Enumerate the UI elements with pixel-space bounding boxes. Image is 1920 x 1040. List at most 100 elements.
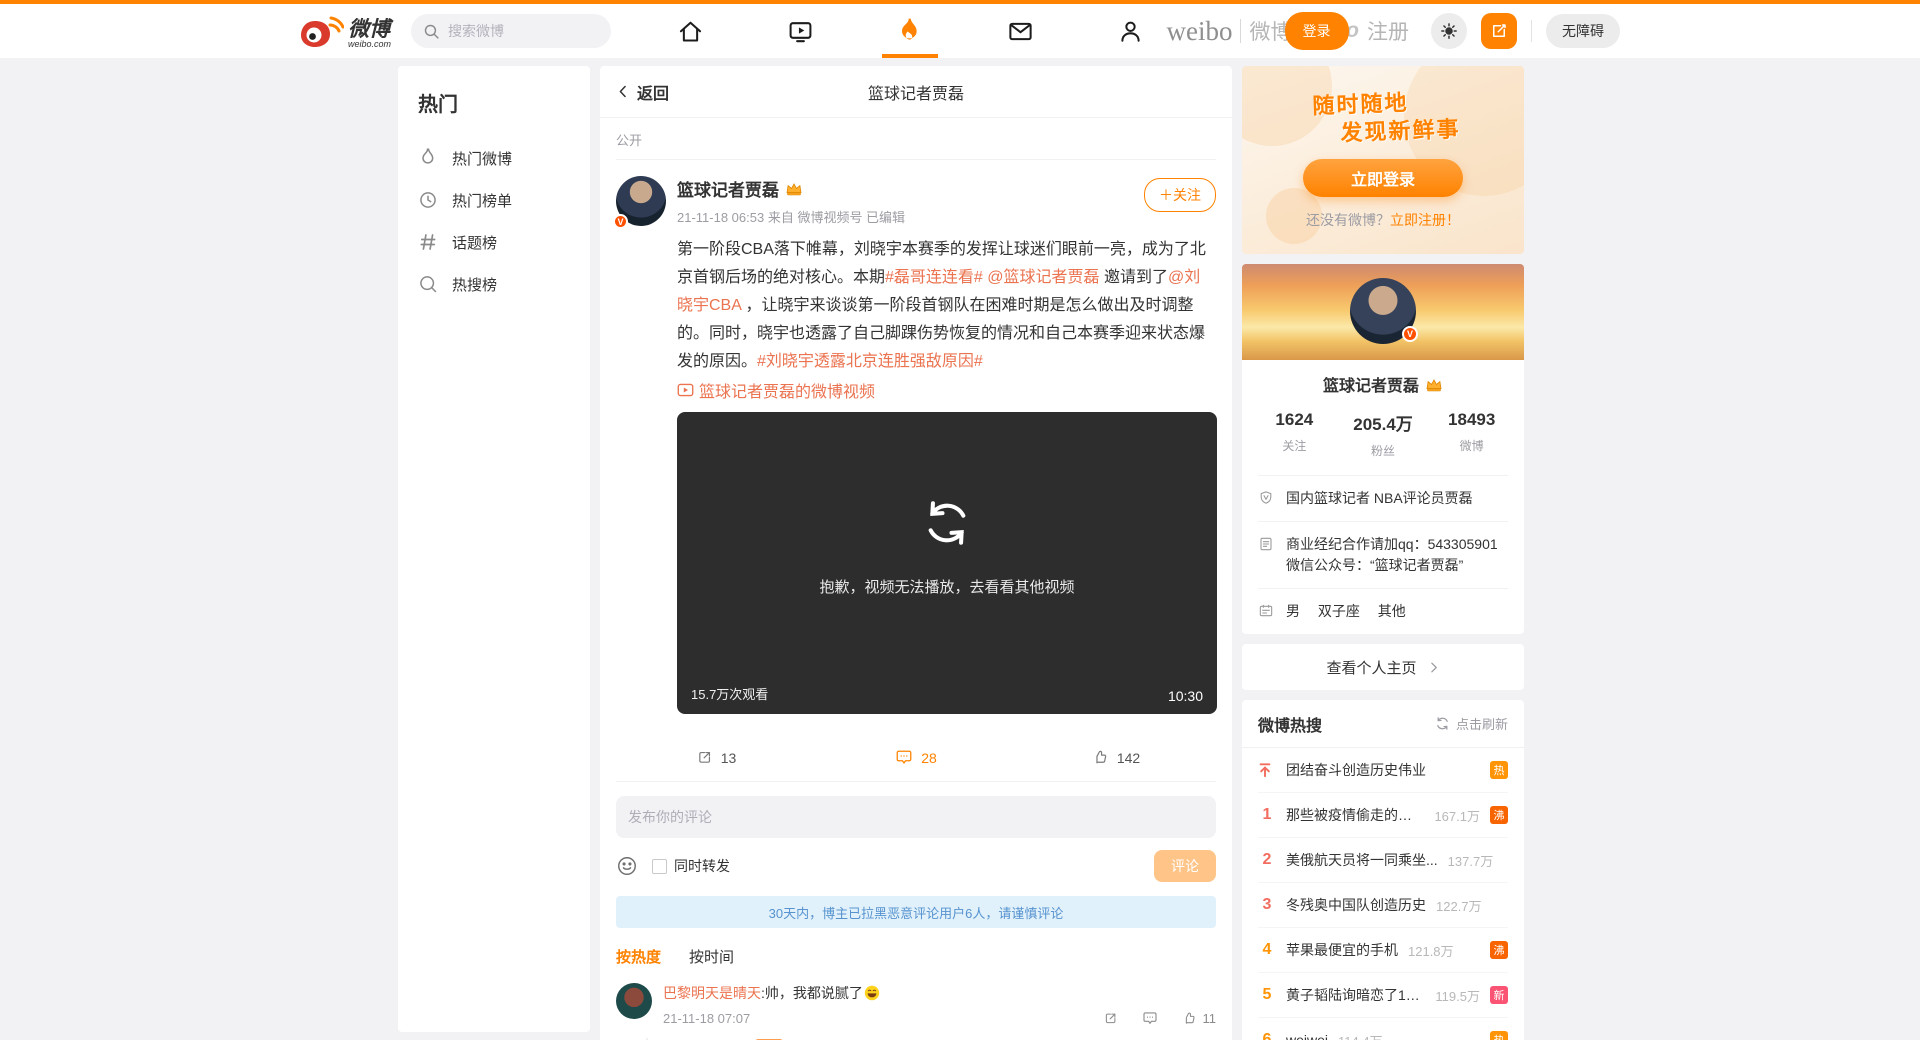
post-meta: 21-11-18 06:53 来自 微博视频号 已编辑 xyxy=(677,207,1216,226)
back-button[interactable]: 返回 xyxy=(616,80,669,104)
comment-share-button[interactable] xyxy=(1103,1011,1118,1026)
comment-count: 28 xyxy=(921,750,937,766)
refresh-button[interactable]: 点击刷新 xyxy=(1435,714,1508,733)
hot-topic-text: 那些被疫情偷走的时光 xyxy=(1286,805,1424,825)
login-promo: weibo 微博 weibo 注册 登录 xyxy=(1167,16,1418,47)
text-segment: 邀请到了 xyxy=(1100,269,1168,286)
login-button[interactable]: 登录 xyxy=(1285,12,1349,50)
comment-text: :帅，我都说腻了 xyxy=(761,985,863,1001)
logo-sub-text: weibo.com xyxy=(348,40,391,49)
share-button[interactable]: 13 xyxy=(616,749,816,766)
hash-icon xyxy=(418,232,438,252)
register-link[interactable]: 注册 xyxy=(1367,16,1409,46)
hashtag-link[interactable]: #刘晓宇透露北京连胜强敌原因# xyxy=(757,353,983,370)
login-now-button[interactable]: 立即登录 xyxy=(1303,159,1463,197)
document-icon xyxy=(1258,534,1274,576)
hot-sidebar: 热门 热门微博 热门榜单 话题榜 热搜榜 xyxy=(398,66,590,1032)
fire-icon xyxy=(897,17,923,45)
hot-badge: 热 xyxy=(1490,761,1508,779)
like-button[interactable]: 142 xyxy=(1016,749,1216,766)
vip-crown-icon xyxy=(785,181,803,196)
author-name[interactable]: 篮球记者贾磊 xyxy=(677,176,779,201)
nav-video[interactable] xyxy=(745,4,855,58)
refresh-icon xyxy=(1435,716,1450,731)
login-promo-card: 随时随地 发现新鲜事 立即登录 还没有微博？立即注册！ xyxy=(1242,66,1524,254)
hashtag-link[interactable]: #磊哥连连看# xyxy=(885,269,983,286)
verification-text: 国内篮球记者 NBA评论员贾磊 xyxy=(1286,488,1473,509)
commenter-name[interactable]: 巴黎明天是晴天 xyxy=(663,985,761,1001)
comment-like-button[interactable]: 11 xyxy=(1182,1011,1217,1026)
repost-checkbox[interactable]: 同时转发 xyxy=(652,856,730,876)
sidebar-item-hot-search-rank[interactable]: 热搜榜 xyxy=(418,263,570,305)
stat-followers[interactable]: 205.4万 粉丝 xyxy=(1339,410,1428,459)
hot-topic-text: weiwei xyxy=(1286,1032,1328,1040)
chevron-right-icon xyxy=(1427,661,1440,674)
submit-comment-button[interactable]: 评论 xyxy=(1154,850,1216,882)
hot-search-title: 微博热搜 xyxy=(1258,712,1322,736)
repost-checkbox-input[interactable] xyxy=(652,859,667,874)
hot-search-item[interactable]: 5 黄子韬陆询暗恋了10年 119.5万 新 xyxy=(1258,973,1508,1018)
sidebar-item-label: 热门榜单 xyxy=(452,190,512,211)
hot-search-item[interactable]: 4 苹果最便宜的手机 121.8万 沸 xyxy=(1258,928,1508,973)
nav-home[interactable] xyxy=(635,4,745,58)
follow-button[interactable]: ＋关注 xyxy=(1144,178,1216,212)
tab-sort-by-time[interactable]: 按时间 xyxy=(689,946,734,967)
stat-following[interactable]: 1624 关注 xyxy=(1250,410,1339,459)
view-profile-button[interactable]: 查看个人主页 xyxy=(1242,644,1524,690)
post-action-bar: 13 28 142 xyxy=(616,734,1216,782)
shield-v-icon xyxy=(1258,488,1274,509)
reload-icon[interactable] xyxy=(920,496,974,550)
sidebar-item-hot-weibo[interactable]: 热门微博 xyxy=(418,137,570,179)
share-icon xyxy=(696,749,713,766)
hot-topic-text: 美俄航天员将一同乘坐... xyxy=(1286,850,1438,870)
hot-search-item[interactable]: 6 weiwei 114.4万 热 xyxy=(1258,1018,1508,1040)
sidebar-item-hot-rank[interactable]: 热门榜单 xyxy=(418,179,570,221)
accessibility-button[interactable]: 无障碍 xyxy=(1546,14,1620,48)
register-now-link[interactable]: 立即注册！ xyxy=(1390,212,1460,228)
stat-value: 205.4万 xyxy=(1339,410,1428,435)
sun-icon xyxy=(1440,22,1458,40)
view-profile-label: 查看个人主页 xyxy=(1326,657,1416,678)
home-icon xyxy=(677,18,704,45)
hot-search-item[interactable]: 2 美俄航天员将一同乘坐... 137.7万 xyxy=(1258,838,1508,883)
search-input[interactable] xyxy=(448,23,588,39)
video-page-link[interactable]: 篮球记者贾磊的微博视频 xyxy=(699,378,875,402)
profile-card: V 篮球记者贾磊 1624 关注 205.4万 粉丝 18493 微博 xyxy=(1242,264,1524,634)
weibo-logo[interactable]: 微博 weibo.com xyxy=(300,13,391,49)
theme-toggle-button[interactable] xyxy=(1431,13,1467,49)
back-label: 返回 xyxy=(637,80,669,104)
hot-search-item[interactable]: 3 冬残奥中国队创造历史 122.7万 xyxy=(1258,883,1508,928)
comment-button[interactable]: 28 xyxy=(816,749,1016,766)
compose-button[interactable] xyxy=(1481,13,1517,49)
search-box[interactable] xyxy=(411,14,611,48)
comment-reply-button[interactable] xyxy=(1142,1011,1158,1026)
vip-crown-icon xyxy=(1425,377,1443,392)
author-avatar[interactable]: V xyxy=(616,176,666,226)
stat-posts[interactable]: 18493 微博 xyxy=(1427,410,1516,459)
sidebar-item-label: 热门微博 xyxy=(452,148,512,169)
profile-verification-row: 国内篮球记者 NBA评论员贾磊 xyxy=(1258,475,1508,521)
profile-basic-row: 男 双子座 其他 xyxy=(1258,588,1508,634)
refresh-label: 点击刷新 xyxy=(1456,714,1508,733)
comment-composer xyxy=(600,782,1232,838)
slogan: 随时随地 发现新鲜事 xyxy=(1242,85,1524,150)
emoji-picker-icon[interactable] xyxy=(616,855,638,877)
commenter-avatar[interactable] xyxy=(616,983,652,1019)
hot-topic-count: 167.1万 xyxy=(1434,806,1480,825)
hot-search-item-top[interactable]: 团结奋斗创造历史伟业 热 xyxy=(1258,748,1508,793)
nav-hot[interactable] xyxy=(855,4,965,58)
nav-messages[interactable] xyxy=(965,4,1075,58)
hot-topic-text: 苹果最便宜的手机 xyxy=(1286,940,1398,960)
profile-name[interactable]: 篮球记者贾磊 xyxy=(1323,372,1419,396)
bio-text: 商业经纪合作请加qq：543305901 微信公众号：“篮球记者贾磊” xyxy=(1286,534,1508,576)
mention-link[interactable]: @篮球记者贾磊 xyxy=(987,269,1099,286)
rank-number: 6 xyxy=(1258,1031,1276,1040)
sidebar-item-topic-rank[interactable]: 话题榜 xyxy=(418,221,570,263)
tab-sort-by-hot[interactable]: 按热度 xyxy=(616,946,661,967)
hot-search-item[interactable]: 1 那些被疫情偷走的时光 167.1万 沸 xyxy=(1258,793,1508,838)
profile-icon xyxy=(1117,18,1144,45)
hot-topic-count: 137.7万 xyxy=(1448,851,1494,870)
profile-avatar[interactable]: V xyxy=(1350,278,1416,344)
video-player[interactable]: 抱歉，视频无法播放，去看看其他视频 15.7万次观看 10:30 xyxy=(677,412,1217,714)
comment-input[interactable] xyxy=(616,796,1216,838)
